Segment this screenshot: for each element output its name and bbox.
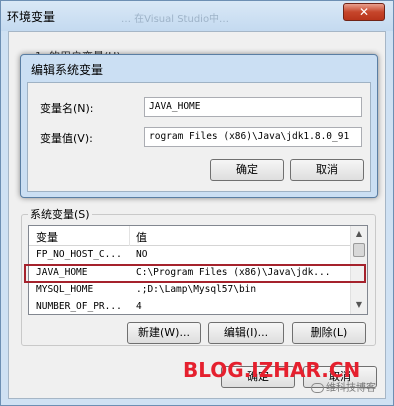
close-icon: ✕ [358, 5, 370, 19]
table-row[interactable]: MYSQL_HOME .;D:\Lamp\Mysql57\bin [29, 282, 351, 299]
wechat-watermark: 维科技博客 [311, 379, 376, 394]
row-variable-value: 4 [136, 301, 142, 312]
column-header-variable[interactable]: 变量 [36, 229, 58, 245]
window-titlebar[interactable]: 环境变量 … 在Visual Studio中… ✕ [1, 1, 393, 31]
variable-name-input[interactable]: JAVA_HOME [144, 97, 362, 117]
scroll-up-arrow-icon[interactable]: ▲ [353, 227, 365, 241]
row-variable-value: .;D:\Lamp\Mysql57\bin [136, 284, 257, 295]
scrollbar-thumb[interactable] [353, 243, 365, 257]
system-variables-label: 系统变量(S) [28, 206, 92, 222]
window-title: 环境变量 [7, 10, 56, 24]
column-divider[interactable] [129, 226, 130, 246]
edit-system-variable-dialog: 编辑系统变量 变量名(N): JAVA_HOME 变量值(V): rogram … [20, 54, 378, 198]
wechat-icon [311, 383, 324, 393]
close-button[interactable]: ✕ [343, 3, 385, 21]
background-window-title: … 在Visual Studio中… [121, 14, 230, 25]
table-row[interactable]: FP_NO_HOST_C... NO [29, 247, 351, 264]
selection-highlight-box [24, 264, 366, 283]
row-variable-name: NUMBER_OF_PR... [36, 301, 122, 312]
variable-value-label: 变量值(V): [40, 132, 93, 145]
delete-variable-button[interactable]: 删除(L) [292, 322, 366, 344]
variable-name-label: 变量名(N): [40, 102, 94, 115]
edit-variable-button[interactable]: 编辑(I)... [208, 322, 284, 344]
variable-value-input[interactable]: rogram Files (x86)\Java\jdk1.8.0_91 [144, 127, 362, 147]
row-variable-name: FP_NO_HOST_C... [36, 249, 122, 260]
row-variable-value: NO [136, 249, 148, 260]
dialog-cancel-button[interactable]: 取消 [290, 159, 364, 181]
scroll-down-arrow-icon[interactable]: ▼ [353, 298, 365, 312]
wechat-watermark-text: 维科技博客 [326, 383, 376, 394]
table-row[interactable]: NUMBER_OF_PR... 4 [29, 299, 351, 314]
column-header-value[interactable]: 值 [136, 229, 147, 245]
list-header: 变量 值 [29, 226, 351, 246]
dialog-title: 编辑系统变量 [31, 63, 104, 77]
dialog-ok-button[interactable]: 确定 [210, 159, 284, 181]
dialog-body: 变量名(N): JAVA_HOME 变量值(V): rogram Files (… [27, 82, 371, 192]
row-variable-name: MYSQL_HOME [36, 284, 94, 295]
new-variable-button[interactable]: 新建(W)... [127, 322, 201, 344]
